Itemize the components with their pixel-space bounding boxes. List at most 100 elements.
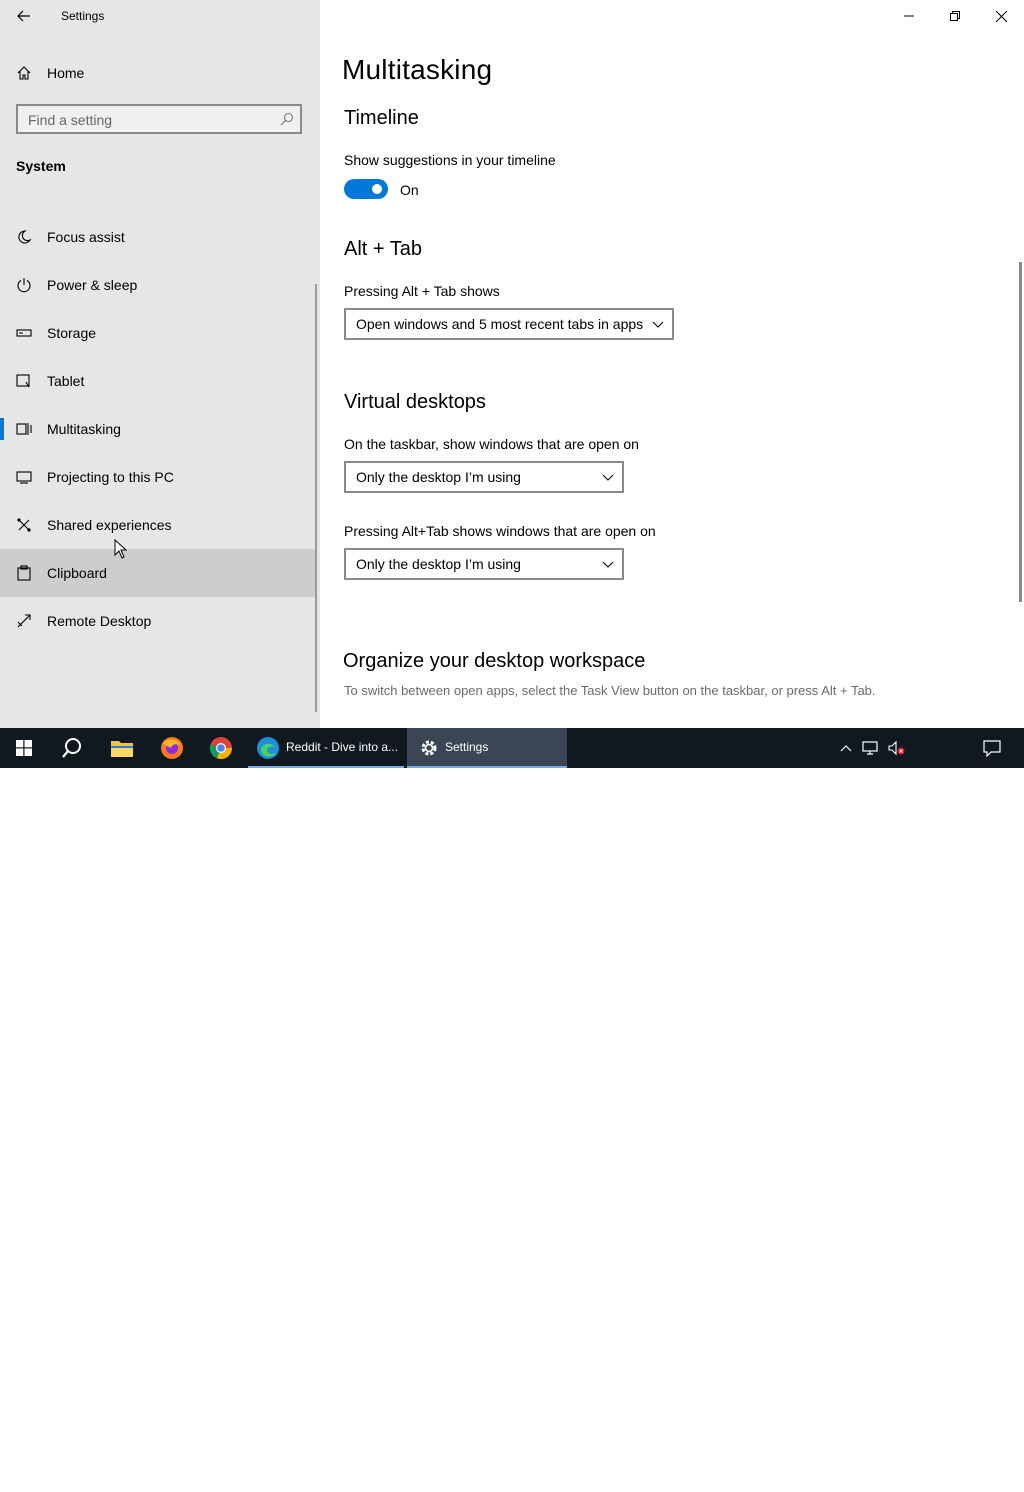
chrome-button[interactable]	[197, 728, 245, 768]
network-icon	[862, 741, 878, 755]
minimize-icon	[904, 15, 914, 17]
taskbar-windows-dropdown[interactable]: Only the desktop I’m using	[344, 461, 624, 493]
taskbar-app-label: Settings	[445, 740, 489, 754]
alttab-windows-label: Pressing Alt+Tab shows windows that are …	[344, 523, 656, 539]
dropdown-value: Open windows and 5 most recent tabs in a…	[356, 316, 644, 332]
network-button[interactable]	[858, 728, 882, 768]
sidebar-item-power-sleep[interactable]: Power & sleep	[0, 261, 316, 309]
gear-icon	[421, 740, 437, 756]
sidebar-item-label: Power & sleep	[47, 277, 138, 293]
remote-desktop-icon	[17, 614, 31, 628]
sidebar-item-label: Projecting to this PC	[47, 469, 174, 485]
folder-icon	[111, 741, 133, 757]
sidebar-item-label: Remote Desktop	[47, 613, 152, 629]
search-input[interactable]	[26, 111, 270, 129]
dropdown-value: Only the desktop I’m using	[356, 469, 521, 485]
sidebar-item-remote-desktop[interactable]: Remote Desktop	[0, 597, 316, 645]
notification-icon	[983, 740, 1001, 757]
sidebar-item-projecting[interactable]: Projecting to this PC	[0, 453, 316, 501]
back-button[interactable]	[10, 4, 38, 28]
taskbar-app-settings[interactable]: Settings	[407, 728, 567, 768]
minimize-button[interactable]	[886, 0, 932, 32]
firefox-button[interactable]	[148, 728, 196, 768]
sidebar-item-label: Clipboard	[47, 565, 107, 581]
volume-button[interactable]	[884, 728, 908, 768]
clock[interactable]: 8:17 PM 6/24/2023	[908, 1460, 968, 1492]
alttab-windows-dropdown[interactable]: Only the desktop I’m using	[344, 548, 624, 580]
sidebar: Settings Home System Focus assist Power …	[0, 0, 320, 728]
app-title: Settings	[61, 9, 105, 23]
sidebar-item-label: Multitasking	[47, 421, 121, 437]
firefox-icon	[161, 737, 183, 759]
dropdown-value: Only the desktop I’m using	[356, 556, 521, 572]
search-box[interactable]	[16, 104, 302, 134]
search-icon	[280, 112, 294, 126]
timeline-suggestions-toggle[interactable]	[344, 179, 388, 199]
taskbar-app-edge[interactable]: Reddit - Dive into a...	[248, 728, 404, 768]
action-center-button[interactable]	[976, 728, 1008, 768]
power-icon	[17, 278, 31, 293]
timeline-suggestions-label: Show suggestions in your timeline	[344, 152, 556, 168]
alt-tab-label: Pressing Alt + Tab shows	[344, 283, 500, 299]
restore-icon	[950, 11, 960, 21]
sidebar-item-label: Tablet	[47, 373, 85, 389]
sidebar-item-label: Focus assist	[47, 229, 125, 245]
main-scrollbar[interactable]	[1019, 262, 1022, 602]
toggle-knob	[372, 184, 382, 194]
virtual-desktops-heading: Virtual desktops	[344, 391, 486, 413]
alt-tab-dropdown[interactable]: Open windows and 5 most recent tabs in a…	[344, 308, 674, 340]
taskbar-windows-label: On the taskbar, show windows that are op…	[344, 436, 639, 452]
sidebar-item-home[interactable]: Home	[0, 56, 320, 90]
page-title: Multitasking	[342, 54, 493, 85]
active-indicator	[0, 418, 4, 440]
volume-muted-icon	[888, 740, 905, 756]
show-hidden-icons-button[interactable]	[836, 728, 856, 768]
sidebar-scrollbar[interactable]	[315, 284, 317, 712]
search-icon	[62, 738, 81, 758]
back-arrow-icon	[17, 10, 30, 22]
shared-experiences-icon	[17, 518, 31, 532]
start-button[interactable]	[0, 728, 48, 768]
sidebar-nav: Focus assist Power & sleep Storage Table…	[0, 213, 316, 645]
sidebar-item-label: Shared experiences	[47, 517, 172, 533]
projecting-icon	[16, 471, 32, 484]
file-explorer-button[interactable]	[98, 728, 146, 768]
main-content	[320, 0, 1024, 728]
timeline-heading: Timeline	[344, 107, 419, 129]
search-taskbar-button[interactable]	[48, 728, 96, 768]
sidebar-item-label: Home	[47, 65, 85, 81]
chrome-icon	[209, 737, 233, 760]
clock-date: 6/24/2023	[911, 1477, 965, 1491]
chevron-down-icon	[602, 474, 614, 481]
toggle-state-label: On	[400, 182, 419, 198]
alt-tab-heading: Alt + Tab	[344, 238, 423, 260]
sidebar-item-storage[interactable]: Storage	[0, 309, 316, 357]
windows-logo-icon	[16, 740, 32, 756]
clipboard-icon	[17, 565, 31, 581]
chevron-down-icon	[602, 561, 614, 568]
home-icon	[17, 66, 31, 80]
section-label: System	[16, 158, 66, 174]
restore-button[interactable]	[932, 0, 978, 32]
sidebar-item-shared-experiences[interactable]: Shared experiences	[0, 501, 316, 549]
tablet-icon	[16, 374, 30, 388]
sidebar-item-focus-assist[interactable]: Focus assist	[0, 213, 316, 261]
storage-icon	[16, 329, 32, 337]
taskbar: Reddit - Dive into a... Settings 8:17 PM…	[0, 728, 1024, 1491]
taskbar-app-label: Reddit - Dive into a...	[286, 740, 399, 754]
sidebar-item-multitasking[interactable]: Multitasking	[0, 405, 316, 453]
clock-time: 8:17 PM	[915, 1461, 961, 1475]
close-button[interactable]	[978, 0, 1024, 32]
mouse-cursor-icon	[114, 539, 128, 559]
organize-heading: Organize your desktop workspace	[343, 650, 646, 672]
multitasking-icon	[16, 423, 32, 435]
close-icon	[995, 10, 1007, 22]
chevron-up-icon	[840, 745, 852, 752]
moon-icon	[18, 230, 32, 244]
sidebar-item-tablet[interactable]: Tablet	[0, 357, 316, 405]
sidebar-item-clipboard[interactable]: Clipboard	[0, 549, 316, 597]
sidebar-item-label: Storage	[47, 325, 97, 341]
chevron-down-icon	[652, 321, 664, 328]
edge-icon	[257, 737, 279, 759]
organize-description: To switch between open apps, select the …	[344, 683, 876, 698]
